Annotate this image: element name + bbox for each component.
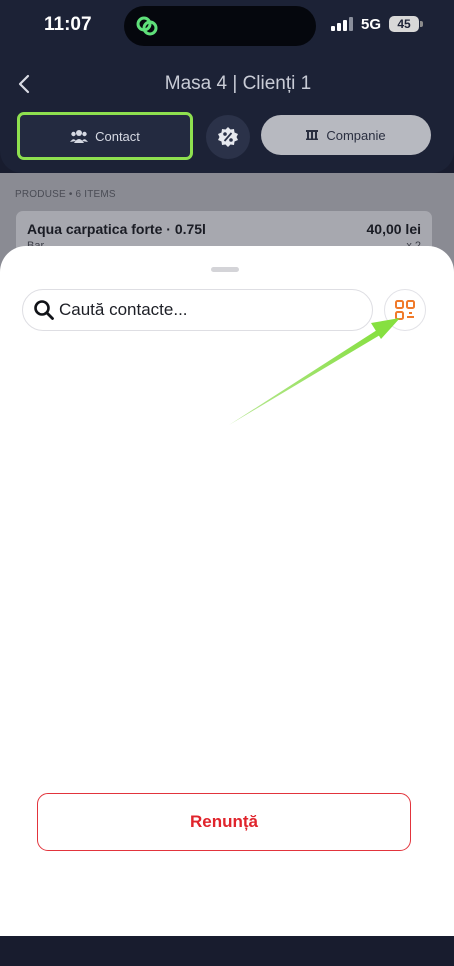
qr-code-icon bbox=[395, 300, 415, 320]
search-box[interactable] bbox=[22, 289, 373, 331]
signal-icon bbox=[331, 17, 353, 31]
bottom-bar bbox=[0, 936, 454, 966]
page-title: Masa 4 | Clienți 1 bbox=[164, 73, 312, 94]
contact-tab-button[interactable]: Contact bbox=[17, 112, 193, 160]
product-price: 40,00 lei bbox=[366, 221, 422, 237]
contact-tab-label: Contact bbox=[95, 128, 140, 144]
search-input[interactable] bbox=[59, 300, 359, 320]
people-icon bbox=[70, 130, 89, 143]
qr-scan-button[interactable] bbox=[384, 289, 426, 331]
percent-badge-icon bbox=[218, 127, 238, 147]
back-button[interactable] bbox=[12, 71, 36, 97]
products-section-label: PRODUSE • 6 ITEMS bbox=[15, 189, 116, 200]
battery-icon: 45 bbox=[389, 16, 419, 32]
chevron-left-icon bbox=[18, 74, 30, 94]
network-type: 5G bbox=[361, 16, 382, 33]
building-icon bbox=[306, 130, 319, 140]
cancel-button[interactable]: Renunță bbox=[37, 793, 411, 851]
page-header: Masa 4 | Clienți 1 Contact Companie bbox=[0, 55, 454, 173]
status-bar: 11:07 5G 45 bbox=[0, 0, 454, 55]
sheet-grabber[interactable] bbox=[211, 267, 239, 272]
link-rings-icon bbox=[136, 16, 158, 36]
status-time: 11:07 bbox=[44, 14, 92, 35]
company-tab-button[interactable]: Companie bbox=[261, 115, 431, 155]
discount-button[interactable] bbox=[206, 115, 250, 159]
battery-tip bbox=[420, 21, 423, 27]
dynamic-island bbox=[124, 6, 316, 46]
product-name: Aqua carpatica forte · 0.75l bbox=[27, 221, 206, 237]
search-icon bbox=[34, 300, 54, 320]
contact-search-sheet: Renunță bbox=[0, 246, 454, 936]
company-tab-label: Companie bbox=[326, 127, 386, 143]
